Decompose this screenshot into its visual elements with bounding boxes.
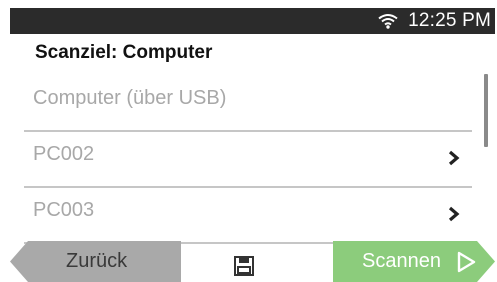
wifi-icon [378, 14, 398, 29]
list-item-pc003[interactable]: PC003 [24, 188, 472, 244]
scrollbar[interactable] [484, 74, 488, 147]
scan-button-label: Scannen [362, 250, 441, 272]
clock-time: 12:25 PM [408, 10, 491, 31]
printer-screen: 12:25 PM Scanziel: Computer Computer (üb… [10, 8, 495, 282]
scan-button[interactable]: Scannen [333, 241, 495, 282]
status-bar: 12:25 PM [10, 8, 495, 34]
list-item-computer-usb[interactable]: Computer (über USB) [24, 76, 472, 132]
page-title: Scanziel: Computer [35, 42, 213, 63]
list-item-label: Computer (über USB) [33, 87, 227, 109]
play-icon [457, 251, 476, 273]
chevron-right-icon [448, 150, 460, 166]
back-button[interactable]: Zurück [10, 241, 181, 282]
back-button-label: Zurück [66, 250, 128, 272]
list-item-label: PC002 [33, 143, 95, 165]
chevron-right-icon [448, 206, 460, 222]
list-item-pc002[interactable]: PC002 [24, 132, 472, 188]
scan-target-list: Computer (über USB) PC002 PC003 [10, 76, 495, 244]
status-right: 12:25 PM [378, 10, 491, 32]
save-icon[interactable] [233, 255, 255, 277]
list-item-label: PC003 [33, 199, 95, 221]
